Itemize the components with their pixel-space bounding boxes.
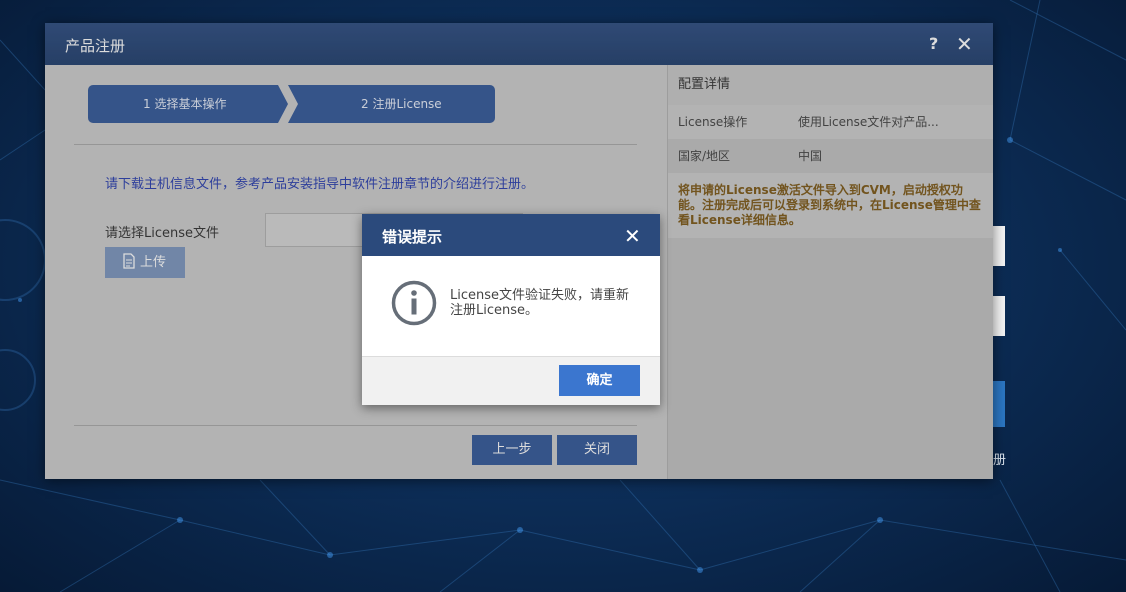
login-username-field[interactable] [993,226,1005,266]
error-dialog: 错误提示 ✕ License文件验证失败，请重新注册License。 确定 [362,214,660,405]
ok-button[interactable]: 确定 [559,365,640,396]
login-password-field[interactable] [993,296,1005,336]
error-dialog-header: 错误提示 ✕ [362,214,660,256]
error-dialog-title: 错误提示 [382,228,443,246]
info-icon [391,280,437,326]
error-message: License文件验证失败，请重新注册License。 [450,288,630,318]
login-register-link[interactable]: 册 [993,449,1023,468]
error-dialog-body: License文件验证失败，请重新注册License。 [362,256,660,356]
login-button[interactable] [993,381,1005,427]
error-dialog-footer: 确定 [362,356,660,405]
close-icon[interactable]: ✕ [624,224,641,248]
